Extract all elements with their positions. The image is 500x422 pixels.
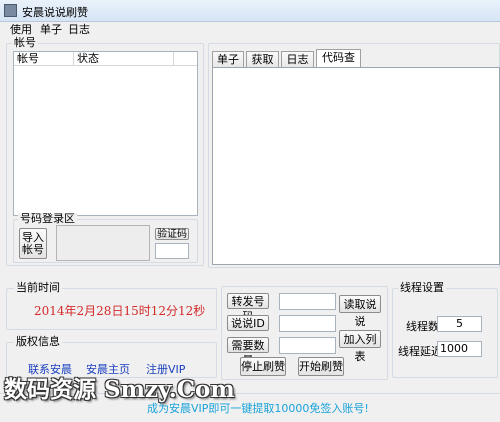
accounts-list[interactable]: 帐号 状态	[13, 51, 198, 216]
login-area-group-label: 号码登录区	[18, 212, 77, 225]
stop-button[interactable]: 停止刷赞	[240, 357, 286, 376]
read-shuoshuo-button[interactable]: 读取说说	[339, 295, 381, 328]
import-accounts-button[interactable]: 导入 帐号	[19, 228, 47, 259]
tab-orders[interactable]: 单子	[212, 51, 244, 68]
thread-group-label: 线程设置	[398, 281, 446, 294]
app-icon	[4, 4, 17, 17]
current-time-value: 2014年2月28日15时12分12秒	[34, 304, 206, 318]
need-count-input[interactable]	[279, 337, 336, 354]
shuoshuo-id-input[interactable]	[279, 315, 336, 332]
shuoshuo-id-button[interactable]: 说说ID	[227, 315, 269, 331]
accounts-list-header: 帐号 状态	[14, 52, 197, 66]
need-count-button[interactable]: 需要数量	[227, 337, 269, 367]
menu-log[interactable]: 日志	[66, 22, 92, 37]
watermark-text: 数码资源 Smzy.Com	[4, 376, 235, 403]
menu-bar: 使用 单子 日志	[0, 22, 500, 37]
captcha-input[interactable]	[155, 243, 189, 259]
thread-delay-input[interactable]: 1000	[437, 341, 482, 357]
column-header-status[interactable]: 状态	[74, 52, 174, 66]
time-group-label: 当前时间	[14, 281, 62, 294]
tab-log[interactable]: 日志	[281, 51, 314, 68]
window-title: 安晨说说刷赞	[22, 6, 88, 19]
forward-number-button[interactable]: 转发号码	[227, 293, 269, 323]
tab-code-view[interactable]: 代码查看	[316, 49, 361, 80]
accounts-group-label: 帐号	[12, 36, 38, 49]
column-header-account[interactable]: 帐号	[14, 52, 74, 66]
title-bar: 安晨说说刷赞	[0, 0, 500, 22]
thread-count-input[interactable]: 5	[437, 316, 482, 332]
captcha-button[interactable]: 验证码	[155, 228, 189, 240]
code-view-area[interactable]	[212, 67, 500, 265]
forward-number-input[interactable]	[279, 293, 336, 310]
copyright-group-label: 版权信息	[14, 335, 62, 348]
captcha-image	[56, 225, 150, 261]
menu-orders[interactable]: 单子	[38, 22, 64, 37]
add-to-list-button[interactable]: 加入列表	[339, 330, 381, 363]
tab-fetch[interactable]: 获取	[246, 51, 279, 68]
menu-use[interactable]: 使用	[8, 22, 34, 37]
thread-delay-label: 线程延迟	[398, 345, 442, 358]
start-button[interactable]: 开始刷赞	[298, 357, 344, 376]
